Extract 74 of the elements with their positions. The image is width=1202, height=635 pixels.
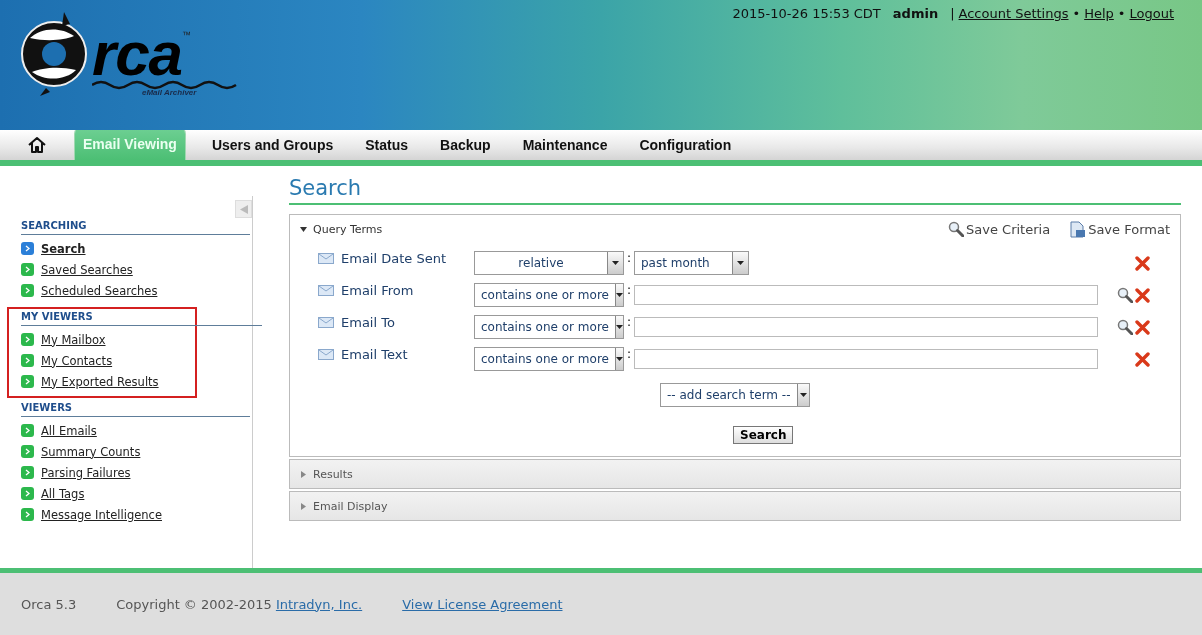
version-label: Orca 5.3 (21, 596, 77, 612)
input-field[interactable] (634, 285, 1098, 305)
input-field[interactable] (634, 317, 1098, 337)
sidebar-link[interactable]: Search (41, 241, 86, 256)
search-icon[interactable] (948, 221, 965, 237)
sidebar-link[interactable]: Scheduled Searches (41, 283, 158, 298)
envelope-icon (318, 349, 334, 360)
remove-icon[interactable] (1135, 287, 1150, 303)
copyright-text: Copyright © 2002-2015 (116, 596, 272, 612)
license-link[interactable]: View License Agreement (402, 596, 563, 612)
value-dropdown[interactable]: past month (634, 251, 749, 275)
colon: : (625, 250, 632, 265)
nav-tab[interactable]: Configuration (623, 130, 748, 160)
toolbar-link[interactable]: Save Format (1088, 221, 1170, 237)
expanded-triangle-icon[interactable] (300, 225, 307, 233)
term-label: Email To (341, 315, 395, 330)
collapsed-triangle-icon[interactable] (300, 470, 307, 478)
collapsed-triangle-icon[interactable] (300, 502, 307, 510)
panel-title[interactable]: Email Display (313, 499, 388, 513)
sidebar-link[interactable]: My Exported Results (41, 374, 159, 389)
sidebar-link[interactable]: My Mailbox (41, 332, 106, 347)
section-heading: MY VIEWERS (21, 311, 262, 326)
term-label: Email From (341, 283, 414, 298)
nav-tab[interactable]: Status (349, 130, 425, 160)
term-label: Email Date Sent (341, 251, 446, 266)
add-term-dropdown[interactable]: -- add search term -- (660, 383, 810, 407)
header-link[interactable]: Logout (1129, 6, 1174, 21)
section-heading: SEARCHING (21, 220, 250, 235)
sidebar-link[interactable]: All Emails (41, 423, 97, 438)
company-link[interactable]: Intradyn, Inc. (275, 596, 363, 612)
remove-icon[interactable] (1135, 319, 1150, 335)
username: admin (892, 6, 939, 21)
separator: | (950, 6, 955, 21)
remove-icon[interactable] (1135, 351, 1150, 367)
envelope-icon (318, 317, 334, 328)
panel-title[interactable]: Query Terms (313, 222, 383, 236)
remove-icon[interactable] (1135, 255, 1150, 271)
nav-tab[interactable]: Users and Groups (195, 130, 350, 160)
sidebar-link[interactable]: All Tags (41, 486, 85, 501)
logo-tagline: eMail Archiver (142, 88, 198, 97)
sidebar-link[interactable]: Saved Searches (41, 262, 133, 277)
home-icon[interactable] (27, 136, 47, 154)
operator-dropdown[interactable]: contains one or more (474, 347, 624, 371)
colon: : (625, 314, 632, 329)
operator-dropdown[interactable]: contains one or more (474, 283, 624, 307)
bullet-separator: • (1117, 6, 1126, 21)
envelope-icon (318, 285, 334, 296)
bullet-separator: • (1072, 6, 1081, 21)
sidebar-link[interactable]: Parsing Failures (41, 465, 131, 480)
operator-dropdown[interactable]: relative (474, 251, 624, 275)
trademark-sign: ™ (182, 30, 192, 40)
search-icon[interactable] (1117, 287, 1133, 303)
envelope-icon (318, 253, 334, 264)
panel-title[interactable]: Results (313, 467, 353, 481)
search-button[interactable]: Search (733, 426, 794, 444)
header-link[interactable]: Help (1084, 6, 1114, 21)
logo-wordmark: rca (92, 20, 183, 88)
search-icon[interactable] (1117, 319, 1133, 335)
nav-tab[interactable]: Backup (424, 130, 507, 160)
section-heading: VIEWERS (21, 402, 250, 417)
sidebar-link[interactable]: Message Intelligence (41, 507, 162, 522)
input-field[interactable] (634, 349, 1098, 369)
header-link[interactable]: Account Settings (958, 6, 1069, 21)
operator-dropdown[interactable]: contains one or more (474, 315, 624, 339)
page-title: Search (289, 176, 1181, 205)
colon: : (625, 346, 632, 361)
term-label: Email Text (341, 347, 408, 362)
toolbar-link[interactable]: Save Criteria (966, 221, 1051, 237)
colon: : (625, 282, 632, 297)
sidebar-link[interactable]: Summary Counts (41, 444, 141, 459)
sidebar-link[interactable]: My Contacts (41, 353, 113, 368)
document-save-icon[interactable] (1070, 220, 1087, 238)
date-time: 2015-10-26 15:53 CDT (732, 6, 881, 21)
nav-tab[interactable]: Maintenance (506, 130, 624, 160)
